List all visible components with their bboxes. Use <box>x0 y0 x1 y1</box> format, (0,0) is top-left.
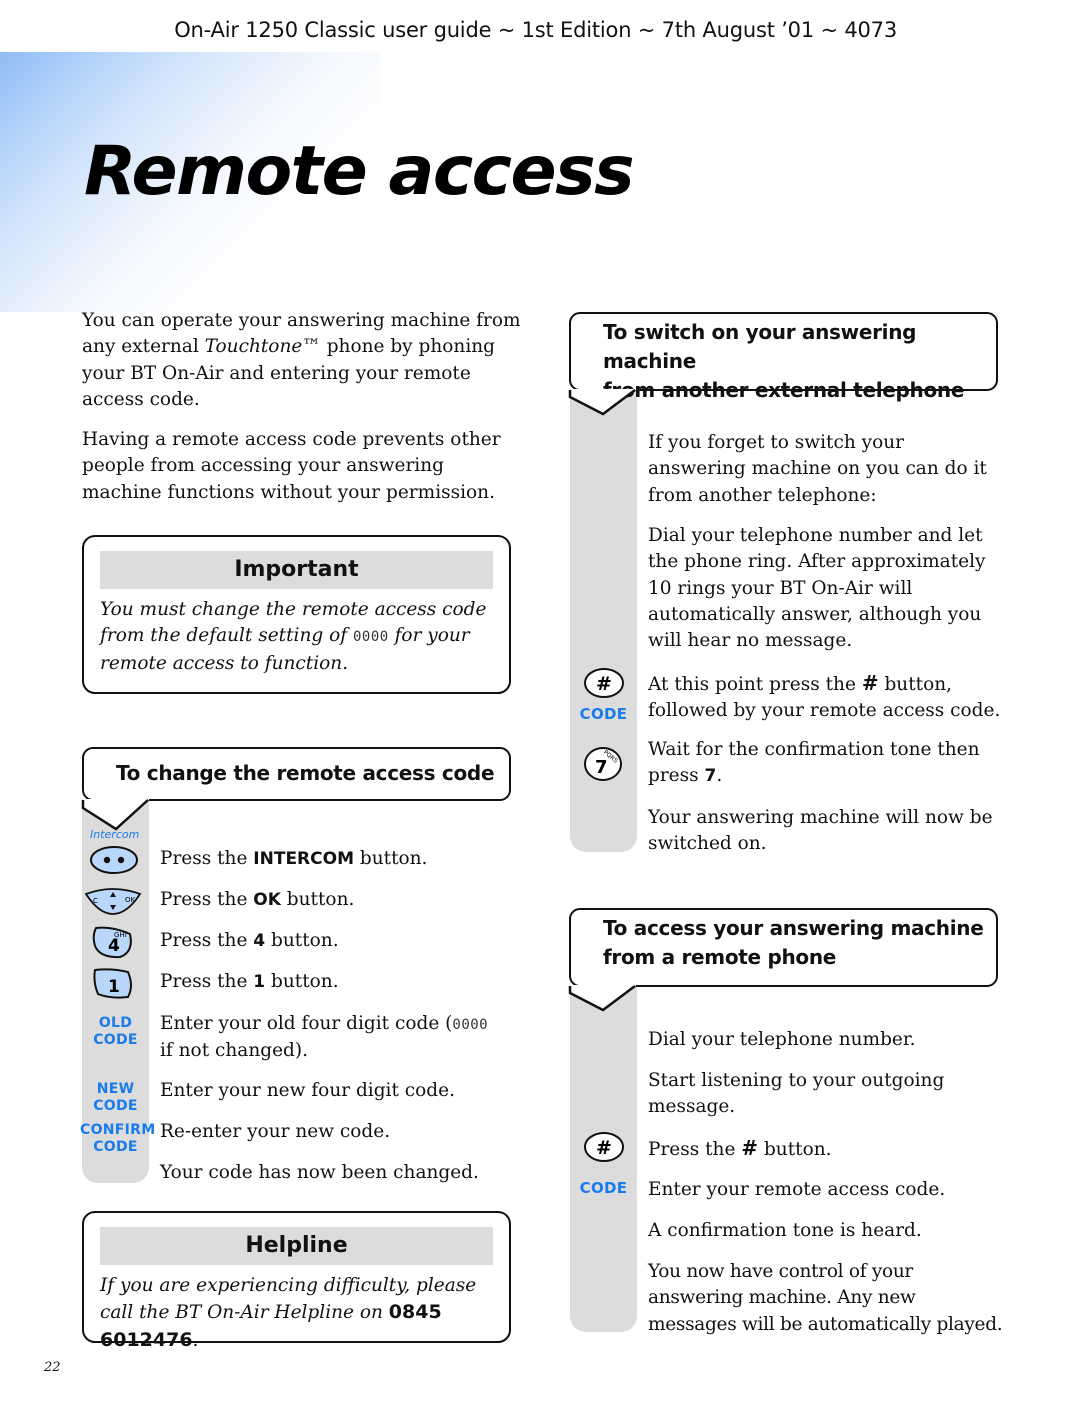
change-code-heading-box: To change the remote access code <box>82 747 511 801</box>
svg-text:4: 4 <box>108 936 120 956</box>
ok-ok-glyph: OK <box>125 896 136 904</box>
remote-step-1: Dial your telephone number. <box>648 1029 916 1050</box>
remote-step-3: Press the # button. <box>648 1136 832 1160</box>
change-step-6: Enter your new four digit code. <box>160 1080 455 1101</box>
important-box: Important You must change the remote acc… <box>82 535 511 694</box>
code-label: CODE <box>579 1179 628 1197</box>
ok-c-glyph: C <box>93 897 98 905</box>
remote-access-heading-box: To access your answering machine from a r… <box>569 908 998 987</box>
intro-paragraph-1: You can operate your answering machine f… <box>82 310 521 410</box>
running-head: On-Air 1250 Classic user guide ~ 1st Edi… <box>174 18 897 42</box>
change-step-3: Press the 4 button. <box>160 930 339 951</box>
change-step-8: Your code has now been changed. <box>160 1162 479 1183</box>
remote-step-4: Enter your remote access code. <box>648 1179 946 1200</box>
remote-step-6: You now have control of your answering m… <box>648 1261 1003 1335</box>
key-4-icon: 4 GHI <box>92 926 132 959</box>
confirm-code-label: CONFIRM CODE <box>80 1122 156 1155</box>
intercom-button-icon <box>90 846 138 874</box>
important-heading: Important <box>100 551 493 589</box>
change-code-heading: To change the remote access code <box>116 761 495 785</box>
svg-text:1: 1 <box>108 977 120 997</box>
remote-access-heading: To access your answering machine from a r… <box>603 916 984 969</box>
switch-on-step-1: If you forget to switch your answering m… <box>648 432 987 506</box>
old-code-label: OLD CODE <box>93 1015 138 1048</box>
switch-on-heading-box: To switch on your answering machine from … <box>569 312 998 402</box>
switch-on-step-4: Wait for the confirmation tone then pres… <box>648 739 980 787</box>
switch-on-step-5: Your answering machine will now be switc… <box>648 807 993 855</box>
svg-text:#: # <box>596 1137 612 1159</box>
intro-paragraph-2: Having a remote access code prevents oth… <box>82 429 501 503</box>
key-1-icon: 1 <box>93 968 132 999</box>
key-7-icon: 7 PQRS <box>584 747 622 781</box>
helpline-box: Helpline If you are experiencing difficu… <box>82 1211 511 1351</box>
change-step-1: Press the INTERCOM button. <box>160 848 428 869</box>
hash-key-icon: # <box>584 668 624 698</box>
svg-text:GHI: GHI <box>114 931 127 939</box>
switch-on-step-2: Dial your telephone number and let the p… <box>648 525 986 652</box>
page-title: Remote access <box>84 132 635 211</box>
hash-key-icon: # <box>584 1132 624 1162</box>
code-label: CODE <box>579 705 628 723</box>
intro: You can operate your answering machine f… <box>82 308 522 520</box>
callout-tail <box>568 389 636 416</box>
remote-step-2: Start listening to your outgoing message… <box>648 1070 945 1118</box>
new-code-label: NEW CODE <box>93 1081 138 1114</box>
helpline-text: If you are experiencing difficulty, plea… <box>100 1275 477 1351</box>
callout-tail <box>81 799 149 831</box>
page-number: 22 <box>44 1360 61 1375</box>
change-step-4: Press the 1 button. <box>160 971 339 992</box>
important-text: You must change the remote access code f… <box>100 599 487 674</box>
helpline-heading: Helpline <box>100 1227 493 1265</box>
remote-step-5: A confirmation tone is heard. <box>648 1220 922 1241</box>
ok-button-icon: C OK <box>84 888 142 915</box>
svg-text:7: 7 <box>595 757 608 778</box>
change-step-2: Press the OK button. <box>160 889 355 910</box>
svg-text:#: # <box>596 673 612 695</box>
change-step-5: Enter your old four digit code (0000 if … <box>160 1013 489 1062</box>
callout-tail <box>568 985 636 1012</box>
switch-on-step-3: At this point press the # button, follow… <box>648 671 1001 722</box>
change-step-7: Re-enter your new code. <box>160 1121 391 1142</box>
